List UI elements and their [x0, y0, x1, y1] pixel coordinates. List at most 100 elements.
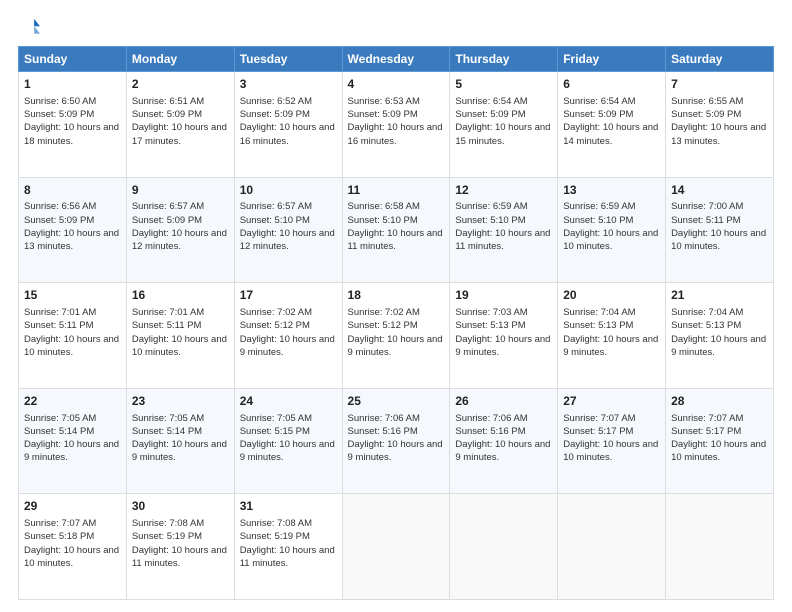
day-number: 16: [132, 287, 229, 304]
day-number: 9: [132, 182, 229, 199]
table-row: [666, 494, 774, 600]
table-row: [450, 494, 558, 600]
header-sunday: Sunday: [19, 47, 127, 72]
table-row: 17 Sunrise: 7:02 AM Sunset: 5:12 PM Dayl…: [234, 283, 342, 389]
table-row: 1 Sunrise: 6:50 AM Sunset: 5:09 PM Dayli…: [19, 72, 127, 178]
table-row: 19 Sunrise: 7:03 AM Sunset: 5:13 PM Dayl…: [450, 283, 558, 389]
table-row: 20 Sunrise: 7:04 AM Sunset: 5:13 PM Dayl…: [558, 283, 666, 389]
sunset-text: Sunset: 5:12 PM: [240, 320, 310, 331]
sunrise-text: Sunrise: 6:52 AM: [240, 96, 312, 107]
day-number: 2: [132, 76, 229, 93]
sunrise-text: Sunrise: 7:02 AM: [348, 307, 420, 318]
table-row: 12 Sunrise: 6:59 AM Sunset: 5:10 PM Dayl…: [450, 177, 558, 283]
sunset-text: Sunset: 5:09 PM: [671, 109, 741, 120]
day-number: 10: [240, 182, 337, 199]
day-number: 28: [671, 393, 768, 410]
day-number: 13: [563, 182, 660, 199]
sunrise-text: Sunrise: 7:08 AM: [132, 518, 204, 529]
table-row: 25 Sunrise: 7:06 AM Sunset: 5:16 PM Dayl…: [342, 388, 450, 494]
sunrise-text: Sunrise: 6:55 AM: [671, 96, 743, 107]
page: Sunday Monday Tuesday Wednesday Thursday…: [0, 0, 792, 612]
sunset-text: Sunset: 5:12 PM: [348, 320, 418, 331]
table-row: 27 Sunrise: 7:07 AM Sunset: 5:17 PM Dayl…: [558, 388, 666, 494]
table-row: 8 Sunrise: 6:56 AM Sunset: 5:09 PM Dayli…: [19, 177, 127, 283]
sunrise-text: Sunrise: 7:05 AM: [132, 413, 204, 424]
sunset-text: Sunset: 5:10 PM: [563, 215, 633, 226]
day-number: 6: [563, 76, 660, 93]
table-row: 7 Sunrise: 6:55 AM Sunset: 5:09 PM Dayli…: [666, 72, 774, 178]
sunset-text: Sunset: 5:10 PM: [348, 215, 418, 226]
daylight-text: Daylight: 10 hours and 10 minutes.: [671, 228, 766, 252]
daylight-text: Daylight: 10 hours and 9 minutes.: [348, 439, 443, 463]
sunset-text: Sunset: 5:09 PM: [132, 215, 202, 226]
day-number: 3: [240, 76, 337, 93]
sunset-text: Sunset: 5:13 PM: [671, 320, 741, 331]
sunrise-text: Sunrise: 7:06 AM: [348, 413, 420, 424]
sunrise-text: Sunrise: 6:54 AM: [563, 96, 635, 107]
sunset-text: Sunset: 5:09 PM: [132, 109, 202, 120]
daylight-text: Daylight: 10 hours and 9 minutes.: [455, 334, 550, 358]
sunset-text: Sunset: 5:09 PM: [240, 109, 310, 120]
daylight-text: Daylight: 10 hours and 17 minutes.: [132, 122, 227, 146]
sunrise-text: Sunrise: 6:53 AM: [348, 96, 420, 107]
sunrise-text: Sunrise: 7:02 AM: [240, 307, 312, 318]
daylight-text: Daylight: 10 hours and 9 minutes.: [563, 334, 658, 358]
daylight-text: Daylight: 10 hours and 16 minutes.: [240, 122, 335, 146]
daylight-text: Daylight: 10 hours and 9 minutes.: [132, 439, 227, 463]
daylight-text: Daylight: 10 hours and 9 minutes.: [671, 334, 766, 358]
table-row: 24 Sunrise: 7:05 AM Sunset: 5:15 PM Dayl…: [234, 388, 342, 494]
sunrise-text: Sunrise: 7:08 AM: [240, 518, 312, 529]
sunrise-text: Sunrise: 7:03 AM: [455, 307, 527, 318]
table-row: 10 Sunrise: 6:57 AM Sunset: 5:10 PM Dayl…: [234, 177, 342, 283]
sunrise-text: Sunrise: 7:06 AM: [455, 413, 527, 424]
sunset-text: Sunset: 5:09 PM: [24, 109, 94, 120]
table-row: 9 Sunrise: 6:57 AM Sunset: 5:09 PM Dayli…: [126, 177, 234, 283]
table-row: 4 Sunrise: 6:53 AM Sunset: 5:09 PM Dayli…: [342, 72, 450, 178]
table-row: 15 Sunrise: 7:01 AM Sunset: 5:11 PM Dayl…: [19, 283, 127, 389]
day-number: 8: [24, 182, 121, 199]
header-monday: Monday: [126, 47, 234, 72]
sunrise-text: Sunrise: 6:59 AM: [563, 201, 635, 212]
day-number: 23: [132, 393, 229, 410]
sunset-text: Sunset: 5:15 PM: [240, 426, 310, 437]
sunset-text: Sunset: 5:13 PM: [455, 320, 525, 331]
logo: [18, 16, 44, 38]
daylight-text: Daylight: 10 hours and 9 minutes.: [240, 334, 335, 358]
header-thursday: Thursday: [450, 47, 558, 72]
daylight-text: Daylight: 10 hours and 16 minutes.: [348, 122, 443, 146]
daylight-text: Daylight: 10 hours and 15 minutes.: [455, 122, 550, 146]
table-row: 28 Sunrise: 7:07 AM Sunset: 5:17 PM Dayl…: [666, 388, 774, 494]
sunrise-text: Sunrise: 7:07 AM: [563, 413, 635, 424]
day-number: 27: [563, 393, 660, 410]
calendar-row: 1 Sunrise: 6:50 AM Sunset: 5:09 PM Dayli…: [19, 72, 774, 178]
sunset-text: Sunset: 5:10 PM: [240, 215, 310, 226]
sunrise-text: Sunrise: 7:01 AM: [24, 307, 96, 318]
header-tuesday: Tuesday: [234, 47, 342, 72]
sunset-text: Sunset: 5:14 PM: [24, 426, 94, 437]
sunrise-text: Sunrise: 6:56 AM: [24, 201, 96, 212]
day-number: 20: [563, 287, 660, 304]
day-number: 12: [455, 182, 552, 199]
calendar-row: 15 Sunrise: 7:01 AM Sunset: 5:11 PM Dayl…: [19, 283, 774, 389]
daylight-text: Daylight: 10 hours and 10 minutes.: [671, 439, 766, 463]
daylight-text: Daylight: 10 hours and 18 minutes.: [24, 122, 119, 146]
table-row: 13 Sunrise: 6:59 AM Sunset: 5:10 PM Dayl…: [558, 177, 666, 283]
calendar-row: 8 Sunrise: 6:56 AM Sunset: 5:09 PM Dayli…: [19, 177, 774, 283]
day-number: 7: [671, 76, 768, 93]
day-number: 26: [455, 393, 552, 410]
daylight-text: Daylight: 10 hours and 10 minutes.: [563, 439, 658, 463]
sunset-text: Sunset: 5:11 PM: [24, 320, 94, 331]
sunrise-text: Sunrise: 6:58 AM: [348, 201, 420, 212]
table-row: 31 Sunrise: 7:08 AM Sunset: 5:19 PM Dayl…: [234, 494, 342, 600]
table-row: 2 Sunrise: 6:51 AM Sunset: 5:09 PM Dayli…: [126, 72, 234, 178]
daylight-text: Daylight: 10 hours and 9 minutes.: [455, 439, 550, 463]
sunset-text: Sunset: 5:14 PM: [132, 426, 202, 437]
calendar-row: 29 Sunrise: 7:07 AM Sunset: 5:18 PM Dayl…: [19, 494, 774, 600]
day-number: 24: [240, 393, 337, 410]
table-row: 5 Sunrise: 6:54 AM Sunset: 5:09 PM Dayli…: [450, 72, 558, 178]
day-number: 31: [240, 498, 337, 515]
sunrise-text: Sunrise: 7:04 AM: [671, 307, 743, 318]
sunrise-text: Sunrise: 6:57 AM: [240, 201, 312, 212]
day-number: 29: [24, 498, 121, 515]
sunset-text: Sunset: 5:09 PM: [455, 109, 525, 120]
